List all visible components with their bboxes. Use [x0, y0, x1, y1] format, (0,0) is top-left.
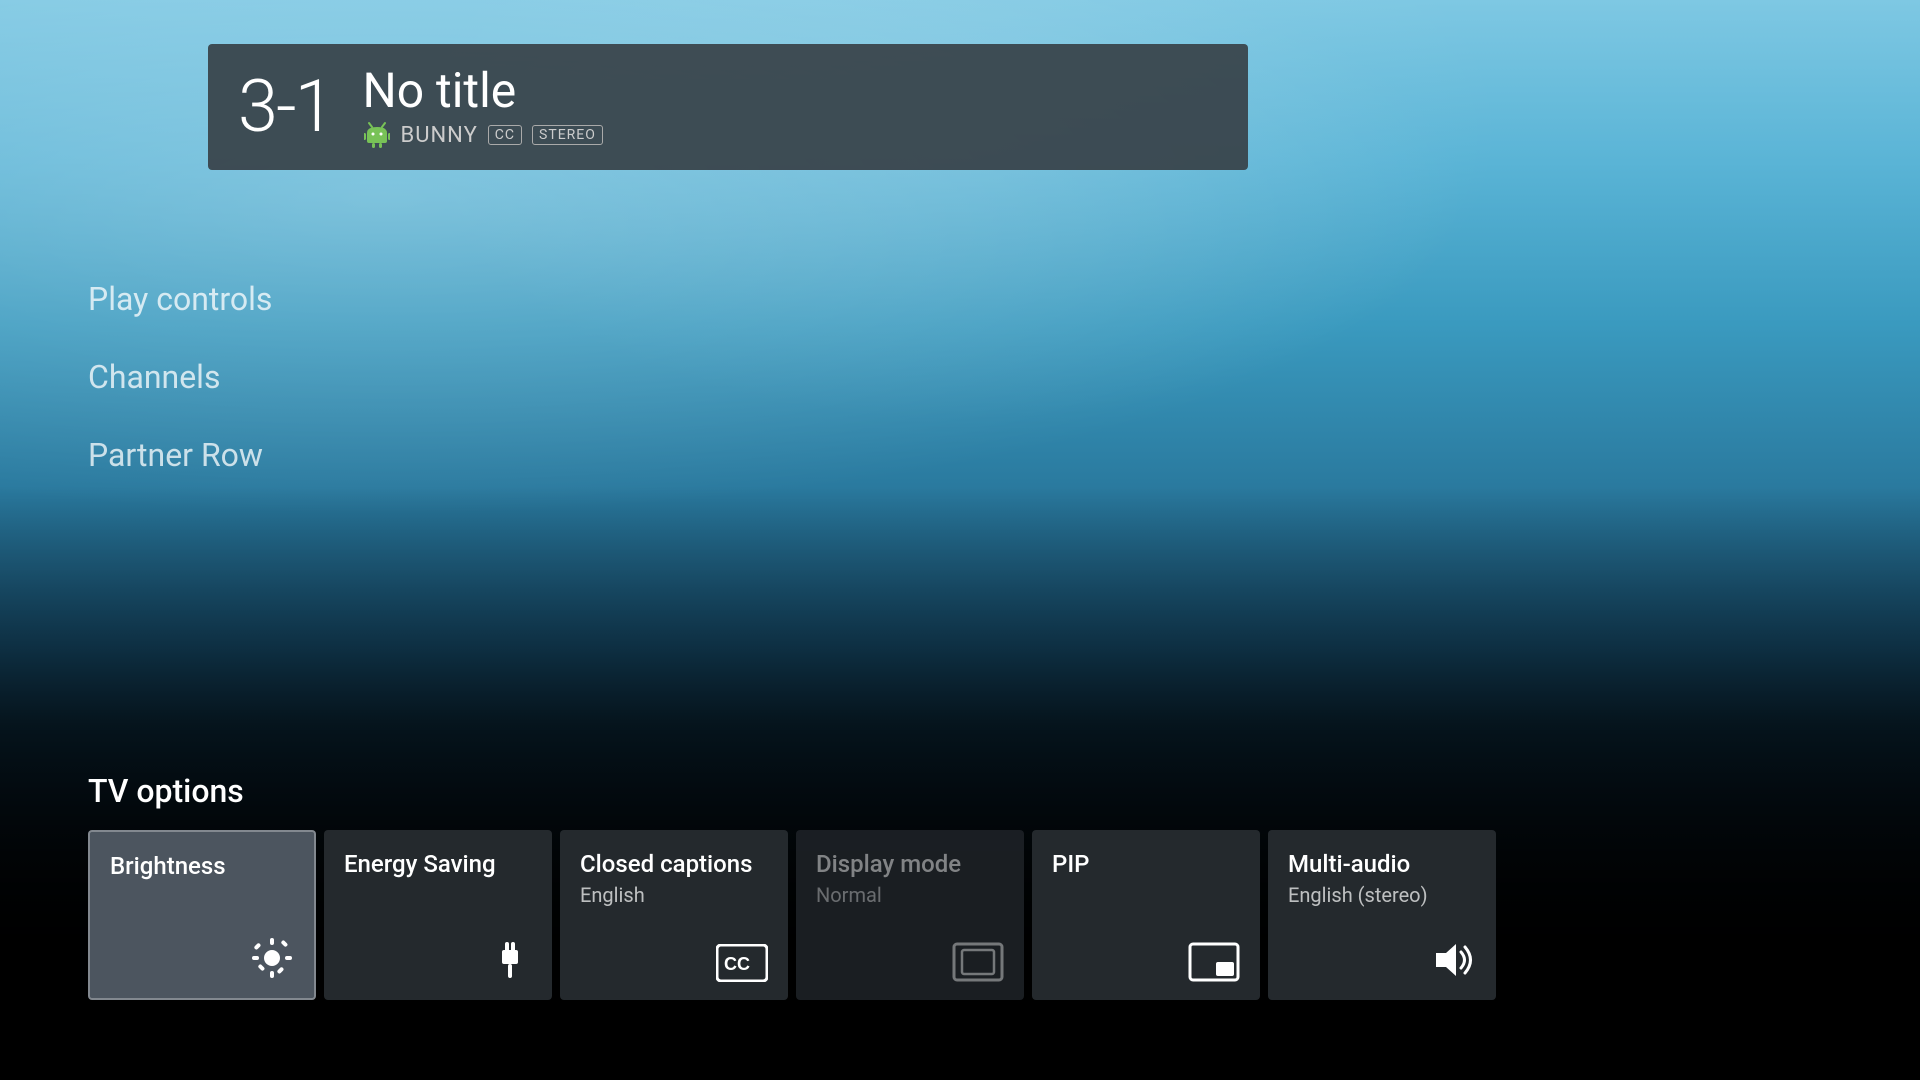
sidebar-item-play-controls[interactable]: Play controls: [88, 280, 272, 318]
cc-badge: CC: [488, 125, 522, 145]
channel-number: 3-1: [238, 71, 333, 143]
svg-text:CC: CC: [724, 954, 750, 974]
energy-saving-label: Energy Saving: [344, 850, 532, 879]
volume-icon: [1428, 938, 1476, 982]
plug-icon: [488, 932, 532, 982]
options-grid: Brightness Energy Saving: [88, 830, 1920, 1000]
channel-name: BUNNY: [401, 123, 478, 148]
channel-meta: BUNNY CC STEREO: [363, 121, 603, 149]
tv-options: TV options Brightness Energ: [88, 772, 1920, 1000]
closed-captions-sublabel: English: [580, 883, 768, 907]
closed-captions-label: Closed captions: [580, 850, 768, 879]
option-card-display-mode[interactable]: Display mode Normal: [796, 830, 1024, 1000]
channel-info: No title: [363, 65, 603, 150]
sidebar-item-channels[interactable]: Channels: [88, 358, 272, 396]
option-card-multi-audio[interactable]: Multi-audio English (stereo): [1268, 830, 1496, 1000]
channel-card: 3-1 No title: [208, 44, 1248, 170]
tv-options-title: TV options: [88, 772, 1920, 810]
option-card-closed-captions[interactable]: Closed captions English CC: [560, 830, 788, 1000]
sidebar: Play controls Channels Partner Row: [88, 280, 272, 474]
option-card-brightness[interactable]: Brightness: [88, 830, 316, 1000]
option-card-pip[interactable]: PIP: [1032, 830, 1260, 1000]
stereo-badge: STEREO: [532, 125, 603, 145]
channel-title: No title: [363, 65, 603, 118]
brightness-icon: [250, 936, 294, 980]
multi-audio-label: Multi-audio: [1288, 850, 1476, 879]
pip-label: PIP: [1052, 850, 1240, 879]
display-mode-sublabel: Normal: [816, 883, 1004, 907]
aspect-ratio-icon: [952, 942, 1004, 982]
multi-audio-sublabel: English (stereo): [1288, 883, 1476, 907]
cc-icon: CC: [716, 944, 768, 982]
pip-icon: [1188, 942, 1240, 982]
brightness-label: Brightness: [110, 852, 294, 881]
sidebar-item-partner-row[interactable]: Partner Row: [88, 436, 272, 474]
android-icon: [363, 121, 391, 149]
option-card-energy-saving[interactable]: Energy Saving: [324, 830, 552, 1000]
display-mode-label: Display mode: [816, 850, 1004, 879]
